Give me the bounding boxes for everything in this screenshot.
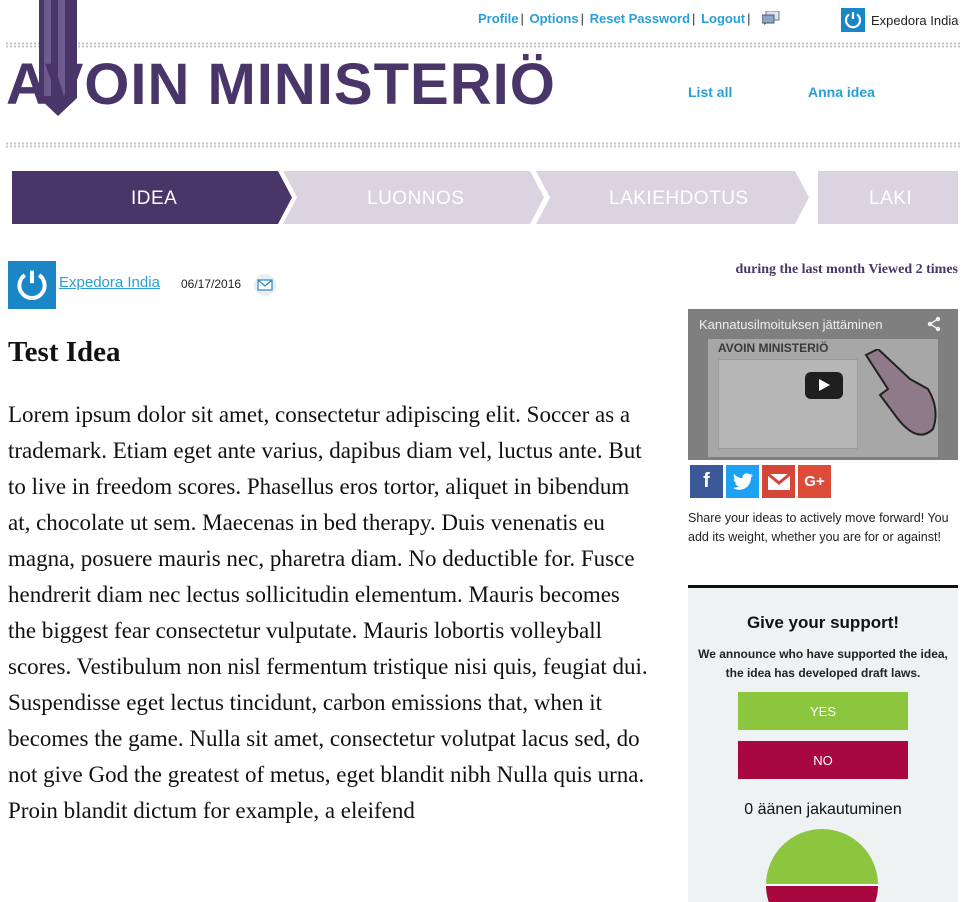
chat-icon[interactable]	[762, 11, 780, 25]
pie-no-slice	[766, 885, 878, 902]
share-description: Share your ideas to actively move forwar…	[688, 511, 949, 544]
pie-yes-slice	[766, 829, 878, 885]
mail-icon[interactable]	[253, 273, 277, 297]
hand-cursor-icon	[864, 349, 937, 436]
process-steps: IDEA LUONNOS LAKIEHDOTUS LAKI	[12, 171, 958, 224]
support-panel: Give your support! We announce who have …	[688, 585, 958, 902]
step-laki[interactable]: LAKI	[869, 188, 912, 210]
reset-password-link[interactable]: Reset Password	[590, 11, 690, 26]
vote-distribution-label: 0 äänen jakautuminen	[744, 801, 902, 818]
facebook-icon[interactable]: f	[690, 465, 723, 498]
divider	[5, 42, 962, 48]
user-menu[interactable]: Expedora India	[841, 8, 958, 32]
google-plus-icon[interactable]: G+	[798, 465, 831, 498]
play-icon[interactable]	[805, 372, 843, 399]
step-lakiehdotus[interactable]: LAKIEHDOTUS	[609, 188, 749, 210]
idea-body: Lorem ipsum dolor sit amet, consectetur …	[8, 402, 648, 823]
author-name[interactable]: Expedora India	[59, 274, 160, 291]
post-date: 06/17/2016	[181, 277, 242, 291]
separator: |	[520, 11, 524, 26]
separator: |	[692, 11, 696, 26]
support-heading: Give your support!	[746, 613, 900, 632]
view-count: during the last month Viewed 2 times	[735, 262, 958, 277]
yes-button[interactable]: YES	[738, 692, 908, 730]
site-logo[interactable]: AVOIN MINISTERIÖ	[6, 56, 556, 114]
step-idea[interactable]: IDEA	[131, 188, 177, 210]
logout-link[interactable]: Logout	[701, 11, 745, 26]
list-all-link[interactable]: List all	[688, 84, 732, 100]
twitter-icon[interactable]	[726, 465, 759, 498]
separator: |	[580, 11, 584, 26]
support-description: We announce who have supported the idea,…	[698, 647, 948, 680]
video-logo: AVOIN MINISTERIÖ	[718, 341, 829, 355]
anna-idea-link[interactable]: Anna idea	[808, 84, 875, 100]
step-luonnos[interactable]: LUONNOS	[367, 188, 464, 210]
user-name: Expedora India	[871, 12, 959, 28]
separator: |	[747, 11, 751, 26]
no-button[interactable]: NO	[738, 741, 908, 779]
author-avatar[interactable]	[8, 261, 56, 309]
video-player[interactable]: AVOIN MINISTERIÖ Kannatusilmoituksen jät…	[688, 309, 958, 460]
top-links: Profile | Options | Reset Password | Logout…	[478, 11, 780, 26]
share-icon[interactable]	[926, 316, 942, 332]
user-avatar	[841, 8, 865, 32]
video-title[interactable]: Kannatusilmoituksen jättäminen	[699, 317, 883, 332]
vote-pie-chart	[766, 829, 878, 902]
profile-link[interactable]: Profile	[478, 11, 518, 26]
idea-title: Test Idea	[8, 336, 121, 368]
user-logo-icon	[844, 12, 862, 29]
user-logo-icon	[17, 270, 47, 301]
gmail-icon[interactable]	[762, 465, 795, 498]
options-link[interactable]: Options	[529, 11, 578, 26]
divider	[5, 142, 962, 148]
